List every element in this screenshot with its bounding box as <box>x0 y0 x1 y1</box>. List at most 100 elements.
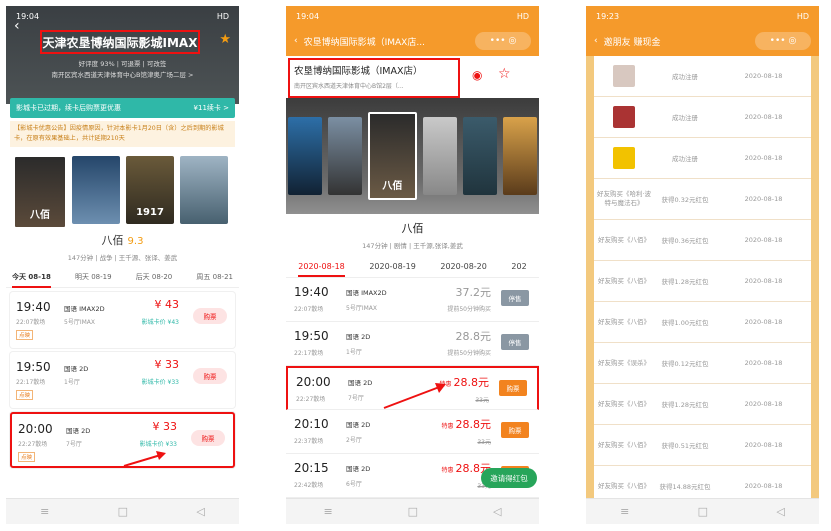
poster[interactable] <box>288 117 323 195</box>
poster-strip[interactable]: 八佰 <box>286 98 539 214</box>
showtime-row[interactable]: 19:50 22:17散场 点映 国语 2D 1号厅 ¥ 33 影城卡价 ¥33 购票 <box>10 352 235 408</box>
hall: 7号厅 <box>66 441 82 448</box>
preview-tag: 点映 <box>16 390 34 400</box>
record-date: 2020-08-18 <box>744 195 783 203</box>
title-bar: ‹ 邀朋友 赚现金 ••• ◎ <box>586 26 819 56</box>
record-result: 获得1.28元红包 <box>661 278 709 286</box>
poster[interactable] <box>502 117 537 195</box>
capsule-menu[interactable]: ••• ◎ <box>475 32 531 50</box>
invite-record-row: 好友购买《八佰》 获得0.36元红包 2020-08-18 <box>594 220 811 261</box>
original-price: 33元 <box>477 439 491 446</box>
end-time: 22:17散场 <box>294 350 324 357</box>
status-bar: 19:04 HD <box>16 11 229 21</box>
invite-record-row: 好友购买《八佰》 获得1.00元红包 2020-08-18 <box>594 302 811 343</box>
showtime-row[interactable]: 20:10 22:37散场 国语 2D 2号厅 特惠 28.8元 33元 购票 <box>286 410 539 454</box>
language-format: 国语 2D <box>346 465 371 473</box>
showtime-row[interactable]: 19:40 22:07散场 国语 IMAX2D 5号厅IMAX 37.2元 提前50分钟购… <box>286 278 539 322</box>
back-arrow-icon[interactable]: ‹ <box>594 36 598 46</box>
record-result: 获得0.12元红包 <box>661 360 709 368</box>
tab-date[interactable]: 后天 08-20 <box>136 272 173 287</box>
price: ¥ 33 <box>152 420 178 433</box>
cinema-header: 19:04 HD ‹ 天津农垦博纳国际影城IMAX ★ 好评度 93% | 可退票… <box>6 6 239 104</box>
record-result: 获得0.36元红包 <box>661 237 709 245</box>
sold-out-button[interactable]: 停售 <box>501 334 529 350</box>
tab-date[interactable]: 周五 08-21 <box>196 272 233 287</box>
showtime-row[interactable]: 19:50 22:17散场 国语 2D 1号厅 28.8元 提前50分钟购买 停售 <box>286 322 539 366</box>
showtime-row[interactable]: 20:00 22:27散场 国语 2D 7号厅 特惠 28.8元 33元 购票 <box>286 366 539 410</box>
showtime-row[interactable]: 19:40 22:07散场 点映 国语 IMAX2D 5号厅IMAX ¥ 43 影城卡价 ¥… <box>10 292 235 348</box>
tab-date[interactable]: 2020-08-20 <box>440 262 487 277</box>
hall: 5号厅IMAX <box>64 319 95 326</box>
friend-avatar <box>613 147 635 169</box>
language-format: 国语 IMAX2D <box>346 289 387 297</box>
poster[interactable] <box>422 117 457 195</box>
back-arrow-icon[interactable]: ‹ <box>294 36 298 46</box>
poster[interactable] <box>328 117 363 195</box>
show-time: 19:50 <box>294 329 329 343</box>
friend-avatar <box>613 65 635 87</box>
sold-out-button[interactable]: 停售 <box>501 290 529 306</box>
record-date: 2020-08-18 <box>744 113 783 121</box>
poster-carousel[interactable]: 八佰 1917 <box>6 150 239 230</box>
record-result: 获得0.32元红包 <box>661 196 709 204</box>
card-price: 影城卡价 ¥33 <box>139 441 177 448</box>
buy-ticket-button[interactable]: 购票 <box>501 422 529 438</box>
record-result: 成功注册 <box>672 155 698 163</box>
status-bar: 19:04 HD <box>296 11 529 21</box>
buy-ticket-button[interactable]: 购票 <box>193 368 227 384</box>
hall: 6号厅 <box>346 481 362 488</box>
original-price: 33元 <box>475 397 489 404</box>
poster[interactable] <box>72 156 120 224</box>
record-result: 成功注册 <box>672 73 698 81</box>
invite-record-row: 好友购买《八佰》 获得1.28元红包 2020-08-18 <box>594 261 811 302</box>
language-format: 国语 2D <box>66 427 91 435</box>
poster-selected[interactable]: 八佰 <box>368 112 417 200</box>
friend-action: 好友购买《八佰》 <box>598 235 650 244</box>
poster[interactable]: 1917 <box>126 156 174 224</box>
cinema-rating: 好评度 93% | 可退票 | 可改签 <box>78 60 167 68</box>
tab-date[interactable]: 202 <box>511 262 526 277</box>
tab-date[interactable]: 明天 08-19 <box>75 272 112 287</box>
record-date: 2020-08-18 <box>744 277 783 285</box>
invite-redpacket-button[interactable]: 邀请得红包 <box>481 468 537 488</box>
invite-record-row: 成功注册 2020-08-18 <box>594 97 811 138</box>
date-tabs: 今天 08-18 明天 08-19 后天 08-20 周五 08-21 <box>6 272 239 288</box>
friend-action: 好友购买《八佰》 <box>598 440 650 449</box>
show-time: 19:40 <box>16 300 51 314</box>
cinema-address[interactable]: 南开区宾水西道天津体育中心B馆2层（... <box>294 81 454 90</box>
capsule-menu[interactable]: ••• ◎ <box>755 32 811 50</box>
record-result: 获得1.28元红包 <box>661 401 709 409</box>
special-label: 特惠 <box>441 423 454 430</box>
buy-ticket-button[interactable]: 购票 <box>191 430 225 446</box>
page-title: 农垦博纳国际影城（IMAX店... <box>303 37 425 48</box>
card-price: 影城卡价 ¥43 <box>141 319 179 326</box>
renew-button[interactable]: ¥11续卡 > <box>194 103 229 113</box>
hall: 2号厅 <box>346 437 362 444</box>
location-pin-icon[interactable]: ◉ <box>472 68 482 82</box>
poster[interactable]: 八佰 <box>14 156 66 228</box>
poster[interactable] <box>180 156 228 224</box>
preview-tag: 点映 <box>16 330 34 340</box>
friend-action: 好友购买《八佰》 <box>598 276 650 285</box>
show-time: 19:40 <box>294 285 329 299</box>
record-date: 2020-08-18 <box>744 154 783 162</box>
tab-date[interactable]: 2020-08-19 <box>369 262 416 277</box>
showtime-row[interactable]: 20:00 22:27散场 点映 国语 2D 7号厅 ¥ 33 影城卡价 ¥33 购票 <box>10 412 235 468</box>
back-arrow-icon[interactable]: ‹ <box>14 18 20 34</box>
date-tabs: 2020-08-18 2020-08-19 2020-08-20 202 <box>286 262 539 278</box>
buy-ticket-button[interactable]: 购票 <box>193 308 227 324</box>
movie-title: 八佰 <box>401 222 424 235</box>
favorite-star-icon[interactable]: ☆ <box>498 66 511 82</box>
record-result: 获得0.51元红包 <box>661 442 709 450</box>
buy-ticket-button[interactable]: 购票 <box>499 380 527 396</box>
tab-date[interactable]: 今天 08-18 <box>12 272 51 288</box>
card-renew-banner[interactable]: 影城卡已过期，续卡后购票更优惠 ¥11续卡 > <box>10 98 235 118</box>
poster[interactable] <box>462 117 497 195</box>
tab-date[interactable]: 2020-08-18 <box>298 262 345 277</box>
language-format: 国语 2D <box>64 365 89 373</box>
favorite-star-icon[interactable]: ★ <box>219 32 231 47</box>
special-label: 特惠 <box>441 467 454 474</box>
phone-miniapp: 19:04 HD ‹ 农垦博纳国际影城（IMAX店... ••• ◎ 农垦博纳国际影城… <box>286 6 539 524</box>
friend-action: 好友购买《八佰》 <box>598 317 650 326</box>
cinema-address[interactable]: 南开区宾水西道天津体育中心B馆津奥广场二层 > <box>6 69 239 79</box>
